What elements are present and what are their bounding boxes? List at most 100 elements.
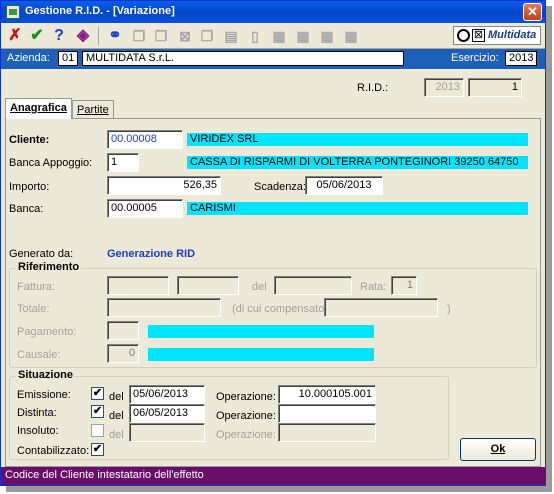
window-title: Gestione R.I.D. - [Variazione] (25, 5, 175, 17)
insoluto-date-input (129, 423, 205, 442)
rata-input: 1 (391, 276, 417, 295)
rid-label: R.I.D.: (357, 82, 389, 94)
rid-year-field: 2013 (424, 78, 464, 97)
compensato-input (324, 298, 438, 317)
fattura-label: Fattura: (17, 281, 55, 293)
banca-code-input[interactable]: 00.00005 (107, 199, 183, 218)
delete-icon[interactable]: ⊠ (175, 26, 195, 46)
confirm-check-icon[interactable]: ✔ (27, 26, 47, 46)
tag-icon[interactable]: ◈ (73, 26, 93, 46)
distinta-operazione-input[interactable] (278, 404, 376, 423)
copy-icon[interactable]: ❐ (129, 26, 149, 46)
causale-desc (148, 348, 374, 361)
rid-number-field: 1 (468, 78, 522, 97)
status-bar: Codice del Cliente intestatario dell'eff… (1, 467, 545, 485)
table-icon[interactable]: ▦ (269, 26, 289, 46)
azienda-code: 01 (58, 51, 78, 66)
situazione-title: Situazione (16, 369, 76, 381)
toolbar: ✗ ✔ ? ◈ ⚭ ❐ ❐ ⊠ ❐ ▤ ▯ ▦ ▦ ▦ ▦ ⊠ Multidat… (1, 23, 545, 49)
esercizio-value: 2013 (505, 51, 537, 66)
fattura-number-input (177, 276, 239, 295)
esercizio-label: Esercizio: (451, 52, 499, 64)
cliente-label: Cliente: (9, 134, 50, 146)
fattura-del-label: del (252, 281, 267, 293)
fattura-date-input (274, 276, 352, 295)
banca-label: Banca: (9, 203, 44, 215)
importo-input[interactable]: 526,35 (107, 176, 221, 195)
insoluto-operazione-label: Operazione: (216, 429, 276, 441)
emissione-date-input[interactable]: 05/06/2013 (129, 385, 205, 404)
tab-partite-label: Partite (77, 104, 109, 116)
generato-label: Generato da: (9, 248, 74, 260)
new-document-icon[interactable]: ▯ (245, 26, 265, 46)
table-edit-icon[interactable]: ▦ (293, 26, 313, 46)
main-window: Gestione R.I.D. - [Variazione] ✕ ✗ ✔ ? ◈… (0, 0, 546, 486)
cliente-code-input[interactable]: 00.00008 (107, 130, 183, 149)
help-question-icon[interactable]: ? (49, 26, 69, 46)
distinta-operazione-label: Operazione: (216, 410, 276, 422)
causale-label: Causale: (17, 349, 61, 361)
insoluto-label: Insoluto: (17, 425, 59, 437)
window-shadow (6, 486, 552, 492)
distinta-del-label: del (109, 410, 124, 422)
toolbar-separator (98, 27, 99, 45)
logo-circle-icon (457, 29, 470, 42)
ok-button-label: Ok (490, 443, 506, 455)
fattura-input (107, 276, 169, 295)
emissione-operazione-input[interactable]: 10.000105.001 (278, 385, 376, 404)
cancel-x-icon[interactable]: ✗ (5, 26, 25, 46)
insoluto-checkbox[interactable] (91, 424, 104, 437)
distinta-date-input[interactable]: 06/05/2013 (129, 404, 205, 423)
compensato-label: (di cui compensato: (232, 303, 328, 315)
banca-appoggio-label: Banca Appoggio: (9, 157, 93, 169)
company-bar: Azienda: 01 MULTIDATA S.r.L. Esercizio: … (1, 49, 545, 69)
list-icon[interactable]: ▦ (341, 26, 361, 46)
emissione-operazione-label: Operazione: (216, 391, 276, 403)
pagamento-input (107, 321, 139, 340)
cliente-name: VIRIDEX SRL (187, 133, 528, 146)
azienda-label: Azienda: (7, 52, 50, 64)
grid-icon[interactable]: ▦ (317, 26, 337, 46)
importo-label: Importo: (9, 181, 50, 193)
scadenza-input[interactable]: 05/06/2013 (305, 176, 383, 195)
causale-input: 0 (107, 344, 139, 363)
duplicate-icon[interactable]: ❐ (197, 26, 217, 46)
distinta-checkbox[interactable]: ✔ (91, 405, 104, 418)
totale-label: Totale: (17, 303, 50, 315)
pagamento-desc (148, 325, 374, 338)
paste-icon[interactable]: ❐ (151, 26, 171, 46)
scadenza-label: Scadenza: (254, 181, 306, 193)
generato-value: Generazione RID (107, 248, 196, 260)
emissione-del-label: del (109, 391, 124, 403)
insoluto-del-label: del (109, 429, 124, 441)
close-button[interactable]: ✕ (523, 3, 542, 21)
tab-anagrafica-label: Anagrafica (10, 102, 67, 114)
title-bar: Gestione R.I.D. - [Variazione] ✕ (1, 1, 545, 23)
banca-appoggio-input[interactable]: 1 (107, 153, 139, 172)
banca-appoggio-desc: CASSA DI RISPARMI DI VOLTERRA PONTEGINOR… (187, 156, 528, 169)
contabilizzato-label: Contabilizzato: (17, 445, 90, 457)
binoculars-icon[interactable]: ⚭ (105, 26, 125, 46)
contabilizzato-checkbox[interactable]: ✔ (91, 443, 104, 456)
totale-input (107, 298, 221, 317)
azienda-name: MULTIDATA S.r.L. (82, 51, 404, 66)
emissione-checkbox[interactable]: ✔ (91, 387, 104, 400)
app-icon (6, 5, 20, 19)
insoluto-operazione-input (278, 423, 376, 442)
rata-label: Rata: (360, 281, 387, 293)
riferimento-title: Riferimento (16, 261, 82, 273)
document-icon[interactable]: ▤ (221, 26, 241, 46)
pagamento-label: Pagamento: (17, 326, 77, 338)
logo-x-icon: ⊠ (472, 29, 485, 42)
emissione-label: Emissione: (17, 389, 71, 401)
status-text: Codice del Cliente intestatario dell'eff… (5, 469, 204, 481)
tab-partite[interactable]: Partite (72, 100, 114, 118)
multidata-logo: ⊠ Multidata (453, 26, 541, 45)
distinta-label: Distinta: (17, 407, 57, 419)
tab-anagrafica[interactable]: Anagrafica (5, 98, 72, 119)
window-shadow (546, 6, 552, 488)
compensato-close: ) (447, 303, 451, 315)
logo-text: Multidata (488, 29, 537, 41)
ok-button[interactable]: Ok (460, 438, 536, 461)
banca-name: CARISMI (187, 202, 528, 215)
